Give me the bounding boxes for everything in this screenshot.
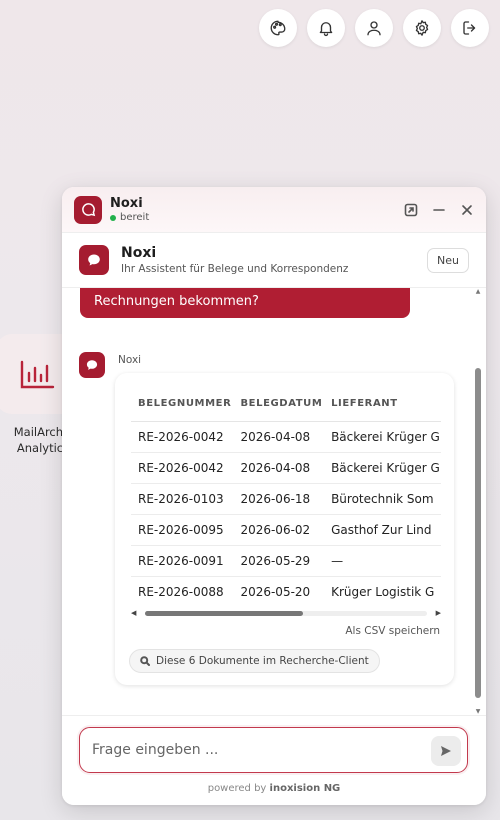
chat-status: bereit — [110, 212, 149, 223]
open-research-client-button[interactable]: Diese 6 Dokumente im Recherche-Client — [129, 649, 380, 673]
bar-chart-icon — [20, 360, 55, 389]
chat-bubble-icon — [88, 254, 100, 266]
table-row[interactable]: RE-2026-0088 2026-05-20 Krüger Logistik … — [131, 576, 441, 607]
user-icon — [367, 21, 381, 36]
table-header-row: BELEGNUMMER BELEGDATUM LIEFERANT — [131, 387, 441, 422]
vertical-scrollbar[interactable]: ▲ ▼ — [474, 288, 482, 715]
research-button-label: Diese 6 Dokumente im Recherche-Client — [156, 655, 369, 667]
table-cell: RE-2026-0091 — [131, 545, 234, 577]
minimize-icon[interactable] — [432, 203, 446, 217]
table-cell: 2026-05-29 — [233, 545, 325, 577]
results-table: BELEGNUMMER BELEGDATUM LIEFERANT RE-2026… — [131, 387, 441, 607]
scroll-thumb[interactable] — [145, 611, 303, 616]
top-toolbar — [259, 9, 489, 47]
send-button[interactable] — [431, 736, 461, 766]
bot-avatar — [79, 352, 105, 378]
result-card: BELEGNUMMER BELEGDATUM LIEFERANT RE-2026… — [115, 373, 454, 685]
chat-bubble-icon — [86, 360, 98, 370]
bell-icon — [319, 22, 333, 37]
noxi-logo — [74, 195, 102, 224]
send-icon — [441, 746, 451, 756]
table-cell: RE-2026-0042 — [131, 421, 234, 453]
scroll-track[interactable] — [145, 611, 427, 616]
search-icon — [140, 656, 150, 666]
chat-title: Noxi — [110, 196, 143, 211]
scroll-down-icon[interactable]: ▼ — [474, 708, 482, 715]
table-cell: Gasthof Zur Lind — [324, 514, 441, 546]
assistant-bar: Noxi Ihr Assistent für Belege und Korres… — [62, 233, 486, 288]
chat-header: Noxi bereit — [62, 187, 486, 233]
table-cell: RE-2026-0088 — [138, 584, 224, 599]
table-cell: RE-2026-0095 — [131, 514, 234, 546]
table-row[interactable]: RE-2026-0042 2026-04-08 Bäckerei Krüger … — [131, 421, 441, 453]
table-cell: Krüger Logistik G — [331, 584, 435, 599]
notifications-button[interactable] — [307, 9, 345, 47]
column-header[interactable]: BELEGDATUM — [233, 387, 325, 422]
close-icon[interactable] — [460, 203, 474, 217]
logout-icon — [463, 21, 476, 35]
message-list[interactable]: Rechnungen bekommen? Noxi BELEGNUMMER BE… — [62, 288, 486, 715]
table-cell: 2026-04-08 — [233, 452, 325, 484]
assistant-name: Noxi — [121, 245, 157, 261]
table-cell: RE-2026-0103 — [131, 483, 234, 515]
table-cell: 2026-06-02 — [233, 514, 325, 546]
user-message: Rechnungen bekommen? — [80, 288, 410, 318]
logout-button[interactable] — [451, 9, 489, 47]
table-row[interactable]: RE-2026-0103 2026-06-18 Bürotechnik Som — [131, 483, 441, 515]
table-cell: RE-2026-0042 — [131, 452, 234, 484]
table-cell: Bäckerei Krüger G — [324, 421, 441, 453]
status-text: bereit — [120, 212, 150, 223]
theme-button[interactable] — [259, 9, 297, 47]
table-row[interactable]: RE-2026-0095 2026-06-02 Gasthof Zur Lind — [131, 514, 441, 546]
composer: powered by inoxision NG — [62, 715, 486, 805]
powered-prefix: powered by — [207, 783, 267, 794]
status-dot — [110, 214, 116, 221]
column-header[interactable]: BELEGNUMMER — [131, 387, 234, 422]
expand-icon[interactable] — [404, 203, 418, 217]
results-table-wrap[interactable]: BELEGNUMMER BELEGDATUM LIEFERANT RE-2026… — [131, 387, 441, 607]
horizontal-scrollbar[interactable]: ◀ ▶ — [131, 607, 441, 619]
table-cell: 2026-04-08 — [233, 421, 325, 453]
palette-icon — [270, 20, 286, 36]
powered-by: powered by inoxision NG — [62, 783, 486, 794]
scroll-right-icon[interactable]: ▶ — [436, 607, 441, 619]
scroll-left-icon[interactable]: ◀ — [131, 607, 136, 619]
powered-brand: inoxision NG — [269, 783, 341, 794]
table-cell: — — [324, 545, 441, 577]
question-input[interactable] — [92, 728, 412, 772]
chat-bubble-icon — [81, 203, 95, 217]
bot-name: Noxi — [118, 354, 142, 366]
profile-button[interactable] — [355, 9, 393, 47]
table-cell: Bäckerei Krüger G — [324, 452, 441, 484]
vertical-scroll-thumb[interactable] — [475, 368, 481, 698]
save-csv-link[interactable]: Als CSV speichern — [345, 625, 440, 637]
question-input-box[interactable] — [79, 727, 468, 773]
table-cell: Bürotechnik Som — [324, 483, 441, 515]
table-row[interactable]: RE-2026-0091 2026-05-29 — — [131, 545, 441, 577]
assistant-subtitle: Ihr Assistent für Belege und Korresponde… — [121, 263, 349, 275]
table-cell: 2026-06-18 — [233, 483, 325, 515]
scroll-up-icon[interactable]: ▲ — [474, 288, 482, 295]
assistant-logo — [79, 245, 109, 275]
chat-window: Noxi bereit Noxi Ihr Assistent für Beleg… — [62, 187, 486, 805]
settings-button[interactable] — [403, 9, 441, 47]
gear-icon — [415, 20, 429, 36]
table-row[interactable]: RE-2026-0042 2026-04-08 Bäckerei Krüger … — [131, 452, 441, 484]
column-header[interactable]: LIEFERANT — [324, 387, 441, 422]
table-cell: 2026-05-20 — [240, 584, 311, 599]
new-chat-button[interactable]: Neu — [427, 247, 469, 273]
